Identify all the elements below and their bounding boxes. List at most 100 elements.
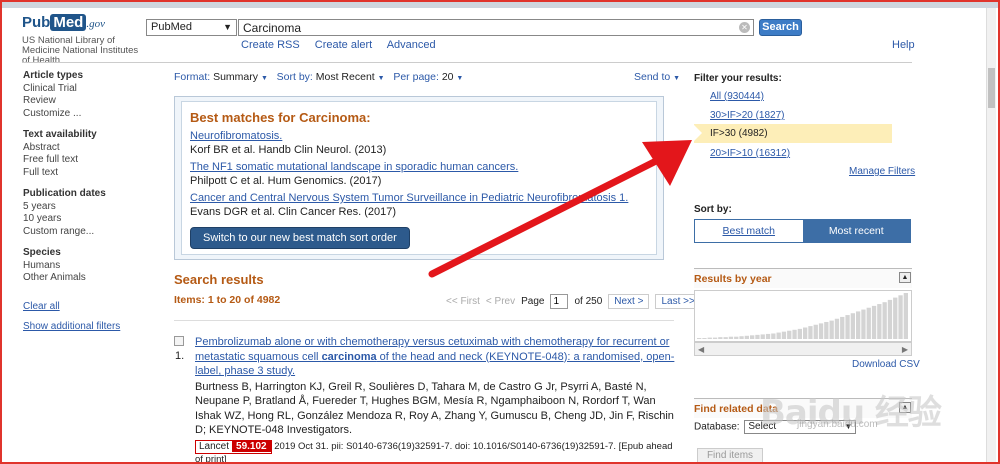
year-bar[interactable] (728, 336, 734, 339)
sort-best-match-button[interactable]: Best match (695, 220, 803, 242)
create-alert-link[interactable]: Create alert (315, 39, 372, 51)
format-value[interactable]: Summary (213, 71, 258, 83)
year-bar[interactable] (792, 329, 797, 339)
advanced-link[interactable]: Advanced (387, 39, 436, 51)
year-bar[interactable] (760, 334, 765, 339)
find-items-button[interactable]: Find items (697, 448, 763, 462)
clear-icon[interactable]: ✕ (739, 22, 750, 33)
best-match-source: Philpott C et al. Hum Genomics. (2017) (190, 175, 382, 187)
sidebar-item-humans[interactable]: Humans (23, 260, 153, 273)
year-bar[interactable] (877, 304, 882, 339)
chart-scrollbar[interactable]: ◀ ▶ (694, 342, 912, 356)
year-bar[interactable] (702, 338, 707, 339)
sidebar-item-custom-range[interactable]: Custom range... (23, 226, 153, 239)
page-number-input[interactable] (550, 294, 569, 309)
filter-if-20-30[interactable]: 30>IF>20 (1827) (710, 110, 785, 121)
sidebar-item-other-animals[interactable]: Other Animals (23, 272, 153, 285)
year-bar[interactable] (718, 337, 723, 339)
year-bar[interactable] (856, 311, 861, 339)
year-bar[interactable] (723, 337, 728, 339)
scrollbar-thumb[interactable] (988, 68, 995, 108)
year-bar[interactable] (834, 318, 840, 339)
watermark-url: jingyan.baidu.com (797, 419, 878, 430)
create-rss-link[interactable]: Create RSS (241, 39, 300, 51)
clear-all-link[interactable]: Clear all (23, 301, 153, 314)
results-divider (174, 320, 674, 321)
year-bar[interactable] (776, 332, 781, 339)
prev-page-link[interactable]: < Prev (486, 296, 515, 307)
filter-if-over-30-selected[interactable]: IF>30 (4982) (693, 124, 892, 143)
database-select[interactable]: PubMed ▼ (146, 19, 237, 36)
year-bar[interactable] (808, 326, 813, 339)
sidebar-item-customize[interactable]: Customize ... (23, 108, 153, 121)
first-page-link[interactable]: << First (446, 296, 480, 307)
sidebar-item-free-full-text[interactable]: Free full text (23, 154, 153, 167)
year-bar[interactable] (744, 335, 749, 339)
next-page-button[interactable]: Next > (608, 294, 650, 309)
year-bar[interactable] (871, 305, 877, 339)
year-bar[interactable] (787, 330, 792, 339)
switch-sort-order-button[interactable]: Switch to our new best match sort order (190, 227, 410, 249)
year-bar[interactable] (803, 327, 808, 340)
result-title-link[interactable]: Pembrolizumab alone or with chemotherapy… (195, 336, 674, 377)
best-match-link[interactable]: Cancer and Central Nervous System Tumor … (190, 192, 648, 205)
search-button[interactable]: Search (759, 19, 802, 36)
help-link[interactable]: Help (892, 39, 915, 51)
results-by-year-chart[interactable] (694, 290, 912, 342)
year-bar[interactable] (739, 336, 744, 339)
sidebar-item-5-years[interactable]: 5 years (23, 201, 153, 214)
year-bar[interactable] (765, 333, 771, 339)
send-to-menu[interactable]: Send to ▼ (634, 71, 680, 83)
sort-most-recent-button[interactable]: Most recent (802, 220, 910, 242)
year-bar[interactable] (882, 302, 887, 339)
year-bar[interactable] (818, 323, 824, 339)
year-bar[interactable] (781, 331, 787, 339)
year-bar[interactable] (845, 315, 850, 339)
result-authors: Burtness B, Harrington KJ, Greil R, Soul… (195, 380, 674, 437)
year-bar[interactable] (712, 337, 718, 339)
year-bar[interactable] (893, 297, 898, 339)
year-bar[interactable] (829, 320, 834, 339)
year-bar[interactable] (750, 335, 755, 339)
year-bar[interactable] (797, 328, 802, 339)
year-bar[interactable] (697, 338, 702, 339)
filter-if-10-20[interactable]: 20>IF>10 (16312) (710, 148, 790, 159)
sidebar-item-full-text[interactable]: Full text (23, 167, 153, 180)
year-bar[interactable] (707, 337, 712, 339)
download-csv-link[interactable]: Download CSV (852, 359, 920, 370)
scroll-right-icon[interactable]: ▶ (902, 345, 908, 354)
year-bar[interactable] (840, 316, 845, 339)
sidebar-item-clinical-trial[interactable]: Clinical Trial (23, 83, 153, 96)
scroll-left-icon[interactable]: ◀ (698, 345, 704, 354)
search-input[interactable]: Carcinoma ✕ (238, 19, 754, 36)
display-settings[interactable]: Format: Summary ▼ Sort by: Most Recent ▼… (174, 71, 463, 83)
result-checkbox[interactable] (174, 336, 184, 346)
year-bar[interactable] (755, 334, 760, 339)
chevron-down-icon: ▼ (456, 75, 464, 82)
year-bar[interactable] (898, 295, 903, 339)
perpage-value[interactable]: 20 (442, 71, 454, 83)
sidebar-item-10-years[interactable]: 10 years (23, 213, 153, 226)
best-match-link[interactable]: Neurofibromatosis. (190, 130, 648, 143)
best-match-link[interactable]: The NF1 somatic mutational landscape in … (190, 161, 648, 174)
collapse-icon[interactable]: ▲ (899, 272, 911, 283)
year-bars-svg (697, 293, 908, 340)
logo-med: Med (50, 14, 87, 31)
sort-value[interactable]: Most Recent (316, 71, 375, 83)
year-bar[interactable] (903, 293, 908, 339)
year-bar[interactable] (813, 324, 818, 339)
year-bar[interactable] (887, 299, 893, 339)
year-bar[interactable] (734, 336, 739, 339)
pubmed-logo[interactable]: Pub Med .gov (22, 14, 105, 31)
year-bar[interactable] (824, 321, 829, 339)
year-bar[interactable] (866, 307, 871, 339)
manage-filters-link[interactable]: Manage Filters (849, 166, 915, 177)
sidebar-item-abstract[interactable]: Abstract (23, 142, 153, 155)
year-bar[interactable] (771, 333, 776, 339)
year-bar[interactable] (861, 309, 866, 339)
filter-all[interactable]: All (930444) (710, 91, 764, 102)
sidebar-item-review[interactable]: Review (23, 95, 153, 108)
year-bar[interactable] (850, 313, 855, 339)
show-additional-filters-link[interactable]: Show additional filters (23, 321, 153, 334)
page-scrollbar[interactable] (986, 8, 996, 462)
